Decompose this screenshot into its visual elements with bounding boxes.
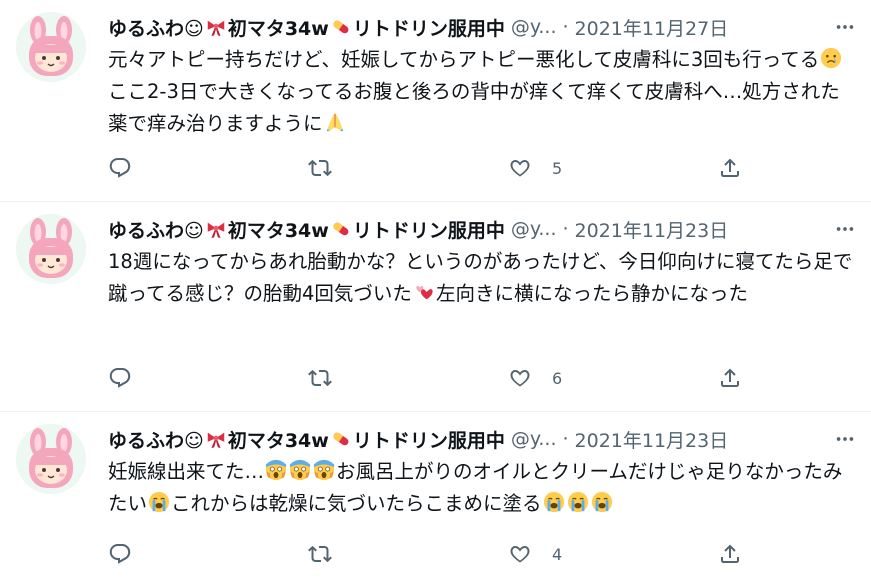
like-count: 6 bbox=[552, 368, 563, 388]
tweet-text: 妊娠線出来てた… お風呂上がりのオイルとクリームだけじゃ足りなかったみたい これから… bbox=[108, 459, 843, 515]
tweet-date[interactable]: 2021年11月23日 bbox=[575, 216, 729, 243]
tweet-actions: 6 bbox=[108, 362, 748, 394]
tweet[interactable]: ゆるふわ☺ 初マタ34w リトドリン服用中 @y... · 2021年11月23日 … bbox=[0, 412, 871, 579]
tweet[interactable]: ゆるふわ☺ 初マタ34w リトドリン服用中 @y... · 2021年11月23日 … bbox=[0, 202, 871, 412]
pill-icon bbox=[330, 428, 352, 450]
heart-icon bbox=[508, 156, 532, 180]
retweet-button[interactable] bbox=[308, 362, 332, 394]
user-handle[interactable]: @y... bbox=[511, 218, 557, 240]
loudly-crying-face-icon bbox=[567, 491, 589, 513]
ribbon-icon bbox=[205, 428, 227, 450]
user-handle[interactable]: @y... bbox=[511, 16, 557, 38]
like-button[interactable]: 5 bbox=[508, 152, 562, 184]
reply-icon bbox=[108, 366, 132, 390]
separator: · bbox=[562, 16, 569, 38]
tweet-text: 18週になってからあれ胎動かな？というのがあったけど、今日仰向けに寝てたら足で蹴… bbox=[108, 250, 853, 305]
pill-icon bbox=[330, 16, 352, 38]
like-button[interactable]: 6 bbox=[508, 362, 562, 394]
ribbon-icon bbox=[205, 16, 227, 38]
more-icon bbox=[834, 218, 856, 240]
share-icon bbox=[718, 542, 742, 566]
tweet-text: 元々アトピー持ちだけど、妊娠してからアトピー悪化して皮膚科に3回も行ってるここ2… bbox=[108, 44, 858, 140]
pill-icon bbox=[330, 218, 352, 240]
share-icon bbox=[718, 156, 742, 180]
reply-icon bbox=[108, 156, 132, 180]
reply-icon bbox=[108, 542, 132, 566]
more-options-button[interactable] bbox=[831, 425, 859, 453]
more-icon bbox=[834, 16, 856, 38]
tweet-actions: 5 bbox=[108, 152, 748, 184]
tweet-actions: 4 bbox=[108, 538, 748, 570]
display-name[interactable]: ゆるふわ☺ 初マタ34w リトドリン服用中 bbox=[108, 14, 505, 41]
more-icon bbox=[834, 428, 856, 450]
reply-button[interactable] bbox=[108, 362, 132, 394]
bunny-avatar-icon bbox=[16, 12, 86, 82]
retweet-button[interactable] bbox=[308, 538, 332, 570]
retweet-button[interactable] bbox=[308, 152, 332, 184]
loudly-crying-face-icon bbox=[543, 491, 565, 513]
display-name[interactable]: ゆるふわ☺ 初マタ34w リトドリン服用中 bbox=[108, 216, 505, 243]
folded-hands-icon bbox=[324, 111, 346, 133]
share-button[interactable] bbox=[718, 538, 742, 570]
heart-icon bbox=[508, 366, 532, 390]
retweet-icon bbox=[308, 366, 332, 390]
screaming-face-icon bbox=[289, 459, 311, 481]
more-options-button[interactable] bbox=[831, 13, 859, 41]
two-hearts-icon bbox=[413, 281, 435, 303]
like-button[interactable]: 4 bbox=[508, 538, 562, 570]
avatar[interactable] bbox=[16, 12, 86, 82]
more-options-button[interactable] bbox=[831, 215, 859, 243]
bunny-avatar-icon bbox=[16, 424, 86, 494]
screaming-face-icon bbox=[313, 459, 335, 481]
heart-icon bbox=[508, 542, 532, 566]
tweet-date[interactable]: 2021年11月27日 bbox=[575, 14, 729, 41]
avatar[interactable] bbox=[16, 424, 86, 494]
tweet-header: ゆるふわ☺ 初マタ34w リトドリン服用中 @y... · 2021年11月27日 bbox=[108, 12, 859, 42]
crying-face-icon bbox=[820, 47, 842, 69]
share-icon bbox=[718, 366, 742, 390]
tweet-header: ゆるふわ☺ 初マタ34w リトドリン服用中 @y... · 2021年11月23日 bbox=[108, 424, 859, 454]
tweet[interactable]: ゆるふわ☺ 初マタ34w リトドリン服用中 @y... · 2021年11月27日 … bbox=[0, 0, 871, 202]
reply-button[interactable] bbox=[108, 538, 132, 570]
loudly-crying-face-icon bbox=[591, 491, 613, 513]
separator: · bbox=[562, 218, 569, 240]
loudly-crying-face-icon bbox=[148, 491, 170, 513]
avatar[interactable] bbox=[16, 214, 86, 284]
display-name[interactable]: ゆるふわ☺ 初マタ34w リトドリン服用中 bbox=[108, 426, 505, 453]
tweet-date[interactable]: 2021年11月23日 bbox=[575, 426, 729, 453]
user-handle[interactable]: @y... bbox=[511, 428, 557, 450]
like-count: 4 bbox=[552, 544, 563, 564]
bunny-avatar-icon bbox=[16, 214, 86, 284]
tweet-header: ゆるふわ☺ 初マタ34w リトドリン服用中 @y... · 2021年11月23日 bbox=[108, 214, 859, 244]
retweet-icon bbox=[308, 156, 332, 180]
screaming-face-icon bbox=[265, 459, 287, 481]
retweet-icon bbox=[308, 542, 332, 566]
like-count: 5 bbox=[552, 158, 563, 178]
ribbon-icon bbox=[205, 218, 227, 240]
share-button[interactable] bbox=[718, 152, 742, 184]
reply-button[interactable] bbox=[108, 152, 132, 184]
separator: · bbox=[562, 428, 569, 450]
share-button[interactable] bbox=[718, 362, 742, 394]
